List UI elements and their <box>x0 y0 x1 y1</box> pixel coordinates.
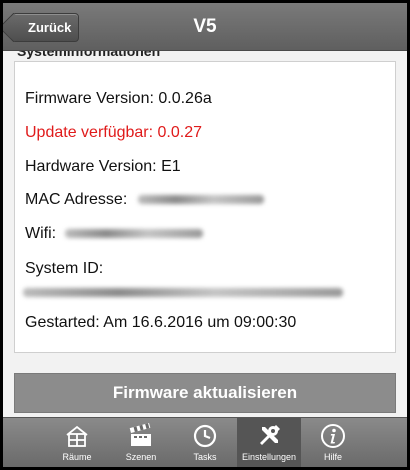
firmware-version: Firmware Version: 0.0.26a <box>25 90 212 107</box>
clock-icon <box>192 423 218 449</box>
info-icon <box>320 423 346 449</box>
tab-tasks[interactable]: Tasks <box>173 418 237 467</box>
tab-label-raeume: Räume <box>62 452 92 462</box>
firmware-update-button[interactable]: Firmware aktualisieren <box>14 373 396 413</box>
app-screen: Zurück V5 Systeminformationen Firmware V… <box>3 3 407 467</box>
wrench-screwdriver-icon <box>256 423 282 449</box>
tab-szenen[interactable]: Szenen <box>109 418 173 467</box>
tab-label-hilfe: Hilfe <box>323 452 342 462</box>
tab-bar: Räume Szenen Tasks Einstellungen Hilfe <box>3 417 407 467</box>
system-id-label: System ID: <box>25 260 104 277</box>
back-button-label: Zurück <box>28 20 72 35</box>
tab-label-szenen: Szenen <box>125 452 157 462</box>
device-frame: Zurück V5 Systeminformationen Firmware V… <box>0 0 410 470</box>
mac-address-row: MAC Adresse: <box>25 191 264 209</box>
section-legend: Systeminformationen <box>17 51 161 59</box>
hardware-version: Hardware Version: E1 <box>25 158 181 175</box>
update-available: Update verfügbar: 0.0.27 <box>25 124 203 141</box>
wifi-redacted <box>64 229 203 239</box>
wifi-label: Wifi: <box>25 225 57 242</box>
tab-einstellungen[interactable]: Einstellungen <box>237 418 301 467</box>
tab-label-einstellungen: Einstellungen <box>241 452 297 462</box>
tab-label-tasks: Tasks <box>193 452 217 462</box>
wifi-row: Wifi: <box>25 225 203 243</box>
mac-address-label: MAC Adresse: <box>25 191 128 208</box>
mac-address-redacted <box>137 195 264 205</box>
header-bar: Zurück V5 <box>3 3 407 51</box>
clapperboard-icon <box>128 423 154 449</box>
system-id-redacted-wrap <box>23 284 343 302</box>
started-at: Gestarted: Am 16.6.2016 um 09:00:30 <box>25 314 297 331</box>
back-button[interactable]: Zurück <box>11 13 79 42</box>
settings-content[interactable]: Systeminformationen Firmware Version: 0.… <box>3 51 407 417</box>
tab-raeume[interactable]: Räume <box>45 418 109 467</box>
system-info-panel: Firmware Version: 0.0.26a Update verfügb… <box>14 61 396 353</box>
house-icon <box>64 423 90 449</box>
tab-hilfe[interactable]: Hilfe <box>301 418 365 467</box>
system-id-redacted <box>23 288 343 298</box>
